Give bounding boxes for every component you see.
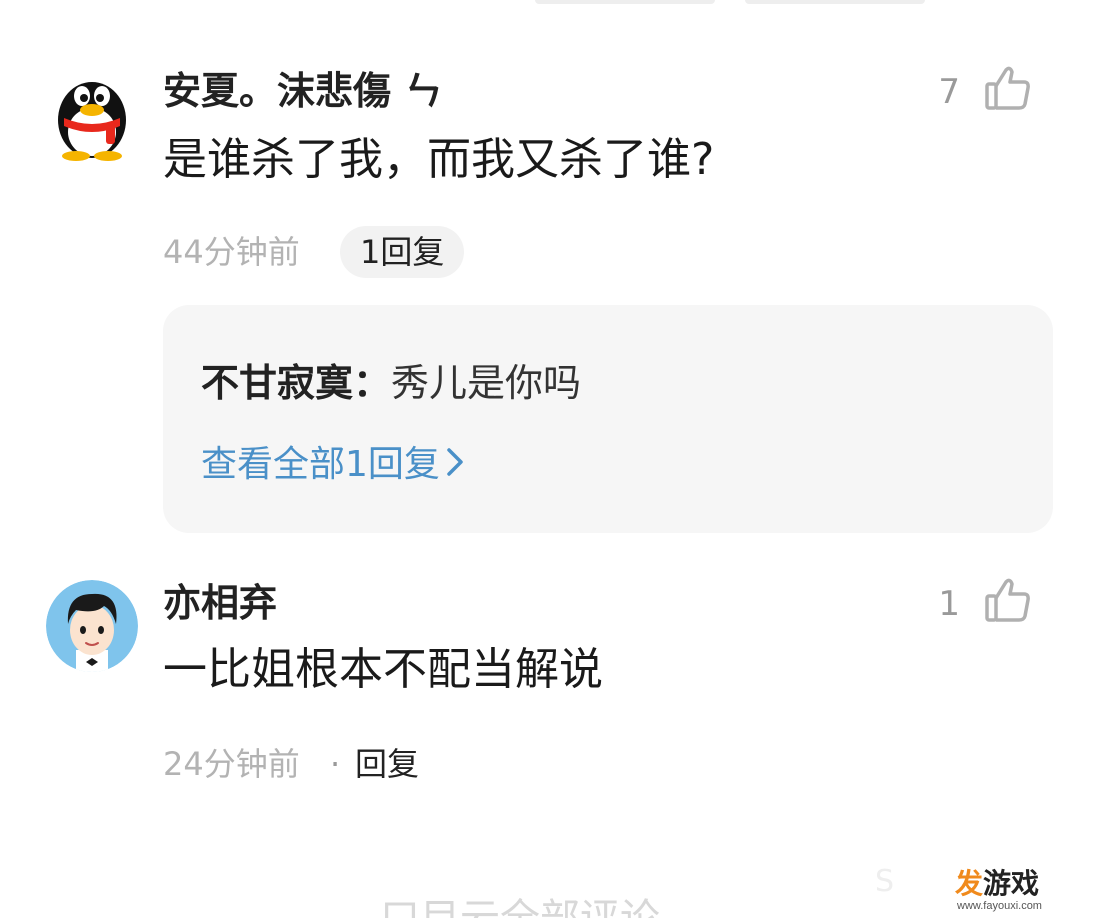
- like-count: 7: [938, 72, 960, 112]
- chevron-right-icon: [446, 443, 464, 489]
- reply-preview-box[interactable]: 不甘寂寞：秀儿是你吗 查看全部1回复: [163, 305, 1053, 533]
- cartoon-boy-icon[interactable]: [46, 580, 138, 672]
- reply-colon: ：: [353, 361, 392, 405]
- reply-button[interactable]: 回复: [355, 744, 419, 784]
- watermark-logo-first: 发: [955, 867, 984, 900]
- thumbs-up-icon[interactable]: [984, 576, 1032, 624]
- view-all-label: 查看全部1回复: [201, 444, 440, 485]
- watermark-url: www.fayouxi.com: [957, 900, 1042, 912]
- reply-count-button[interactable]: 1回复: [340, 226, 465, 278]
- thumbs-up-icon[interactable]: [984, 64, 1032, 112]
- comment-timestamp: 24分钟前: [163, 745, 300, 783]
- top-divider-fragment: [745, 0, 925, 4]
- site-watermark: 发游戏 www.fayouxi.com: [955, 868, 1095, 914]
- comment-text: 是谁杀了我，而我又杀了谁?: [163, 134, 715, 185]
- comment-timestamp: 44分钟前: [163, 233, 300, 271]
- comment-username[interactable]: 亦相弃: [163, 580, 277, 626]
- comment-text: 一比姐根本不配当解说: [163, 644, 603, 695]
- view-all-replies-link[interactable]: 查看全部1回复: [201, 442, 464, 489]
- watermark-logo-rest: 游戏: [983, 867, 1040, 900]
- top-divider-fragment: [535, 0, 715, 4]
- view-all-comments-link[interactable]: 口目云全部评论: [380, 895, 660, 918]
- comment-username[interactable]: 安夏。沫悲傷 ㄣ: [163, 68, 442, 114]
- reply-preview-line: 不甘寂寞：秀儿是你吗: [201, 360, 581, 406]
- watermark-ghost-text: S: [875, 864, 895, 899]
- reply-text: 秀儿是你吗: [391, 361, 582, 405]
- like-count: 1: [938, 584, 960, 624]
- separator-dot: ·: [330, 745, 341, 783]
- qq-penguin-icon[interactable]: [50, 68, 134, 162]
- watermark-logo: 发游戏: [955, 868, 1039, 900]
- reply-author[interactable]: 不甘寂寞: [201, 361, 353, 405]
